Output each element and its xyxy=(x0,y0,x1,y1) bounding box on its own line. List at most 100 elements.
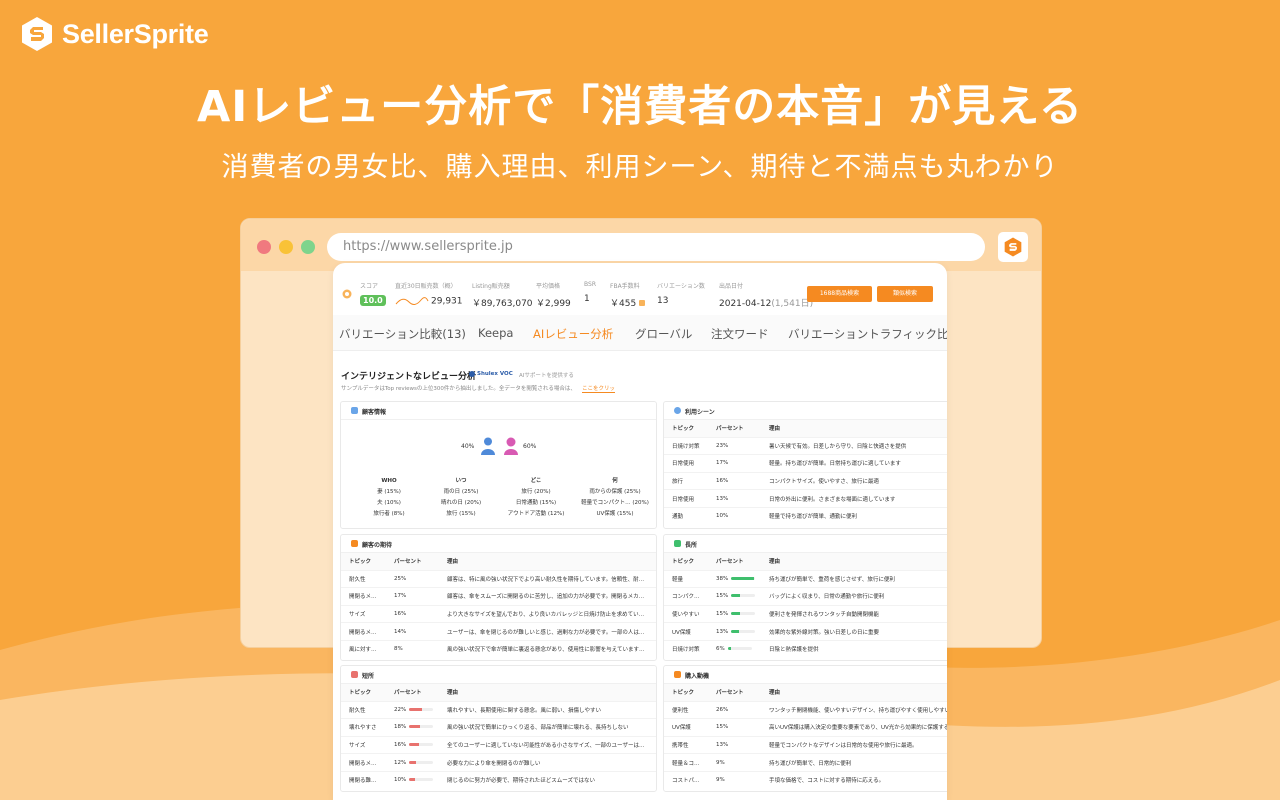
percent-bar xyxy=(731,594,756,598)
percent-bar xyxy=(731,629,756,633)
male-percent: 40% xyxy=(461,443,475,450)
maximize-window-dot[interactable] xyxy=(301,240,315,254)
voc-sublabel: AIサポートを提供する xyxy=(519,373,574,379)
card-title: 長所 xyxy=(685,542,698,549)
demog-what: 何雨からの保護 (25%) 軽量でコンパクト… (20%) UV保護 (15%) xyxy=(581,478,649,517)
card-title: 顧客情報 xyxy=(362,409,387,416)
card-title: 顧客の期待 xyxy=(362,542,393,549)
brand-logo: SellerSprite xyxy=(20,16,209,52)
table-row: 使いやすい 15% 便利さを発揮されるワンタッチ自動開閉機能 xyxy=(664,604,947,623)
card-title: 利用シーン xyxy=(685,409,715,416)
table-row: 開閉るメ… 17% 顧客は、傘をスムーズに開閉るのに苦労し、追加の力が必要です。開閉… xyxy=(341,587,656,606)
strengths-table: トピック パーセント 理由 軽量 38% 持ち運びが簡単で、重荷を感じさせず、旅行に便利… xyxy=(664,553,947,658)
table-row: サイズ 16% 全てのユーザーに適していない可能性がある小さなサイズ、一部のユーザー… xyxy=(341,735,656,754)
stat-monthly-sales: 直近30日販売数（概） 29,931 xyxy=(395,283,463,307)
demog-who: WHO 妻 (15%) 夫 (10%) 旅行者 (8%) xyxy=(373,478,405,517)
table-row: 日常使用 13% 日常の外出に便利。さまざまな場面に適しています xyxy=(664,489,947,508)
usage-table: トピック パーセント 理由 日焼け対策 23% 暑い天候で有効。日差しから守り、日陰と快… xyxy=(664,420,947,525)
table-row: 日焼け対策 23% 暑い天候で有効。日差しから守り、日陰と快適さを提供 xyxy=(664,436,947,455)
tab-keepa[interactable]: Keepa xyxy=(478,326,513,340)
table-row: コンパク… 15% バッグによく収まり、日常の通勤や旅行に便利 xyxy=(664,587,947,606)
purchase-table: トピック パーセント 理由 便利性 26% ワンタッチ開閉機能、使いやすいデザイン、持ち… xyxy=(664,684,947,789)
percent-bar xyxy=(409,760,434,764)
table-row: 耐久性 25% 顧客は、特に風の強い状況下でより高い耐久性を期待しています。信頼性、… xyxy=(341,569,656,588)
card-title: 購入動機 xyxy=(685,673,710,680)
tab-global[interactable]: グローバル xyxy=(635,326,692,342)
table-row: 旅行 16% コンパクトサイズ。使いやすさ、旅行に最適 xyxy=(664,471,947,490)
table-row: 便利性 26% ワンタッチ開閉機能、使いやすいデザイン、持ち運びやすく使用しやすい xyxy=(664,700,947,719)
stat-fba-fee: FBA手数料 ￥455 xyxy=(610,281,646,309)
stat-score: スコア 10.0 xyxy=(360,281,386,306)
shulex-logo-icon xyxy=(469,371,475,377)
table-row: UV保護 15% 高いUV保護は購入決定の重要な要素であり、UV光から効果的に保護す… xyxy=(664,718,947,737)
shopping-bag-icon xyxy=(674,671,681,678)
table-row: 風に対す… 8% 風の強い状況下で傘が簡単に裏返る懸念があり、使用性に影響を与えてい… xyxy=(341,639,656,658)
male-person-icon xyxy=(481,437,495,455)
percent-bar xyxy=(731,576,756,580)
close-window-dot[interactable] xyxy=(257,240,271,254)
table-row: 携帯性 13% 軽量でコンパクトなデザインは日常的な使用や旅行に最適。 xyxy=(664,735,947,754)
minimize-window-dot[interactable] xyxy=(279,240,293,254)
search-1688-button[interactable]: 1688商品検索 xyxy=(807,286,872,302)
brand-name: SellerSprite xyxy=(62,18,209,49)
tab-variation-traffic[interactable]: バリエーショントラフィック比較 xyxy=(788,326,947,342)
table-row: サイズ 16% より大きなサイズを望んでおり、より良いカバレッジと日焼け防止を求めて… xyxy=(341,604,656,623)
percent-bar xyxy=(727,647,752,651)
table-row: コストパ… 9% 手頃な価格で、コストに対する期待に応える。 xyxy=(664,770,947,789)
percent-bar xyxy=(731,611,756,615)
table-row: 開閉るメ… 12% 必要な力により傘を開閉るのが難しい xyxy=(341,753,656,772)
demog-when: いつ 雨の日 (25%) 晴れの日 (20%) 旅行 (15%) xyxy=(440,478,482,517)
stat-variations: バリエーション数 13 xyxy=(657,283,705,306)
strengths-card: 長所 トピック パーセント 理由 軽量 38% 持ち運びが簡単で、重荷を感じさせず、旅行… xyxy=(663,534,947,661)
stat-bsr: BSR 1 xyxy=(584,281,596,304)
headline: AIレビュー分析で「消費者の本音」が見える xyxy=(197,82,1083,132)
percent-bar xyxy=(409,778,434,782)
table-row: 壊れやすさ 18% 風の強い状況で簡単にひっくり返る、部品が簡単に壊れる、長持ちしな… xyxy=(341,718,656,737)
view-all-link[interactable]: ここをクリッ xyxy=(582,384,616,393)
thumbs-up-icon xyxy=(674,540,681,547)
sellersprite-logo-icon xyxy=(22,17,52,51)
weaknesses-card: 短所 トピック パーセント 理由 耐久性 22% 壊れやすい、長期使用に関する懸念。風に… xyxy=(340,665,657,792)
sales-trend-sparkline xyxy=(395,297,429,305)
stat-average-price: 平均価格 ￥2,999 xyxy=(536,283,571,309)
sellersprite-extension-icon[interactable] xyxy=(998,232,1028,262)
table-row: 軽量 38% 持ち運びが簡単で、重荷を感じさせず、旅行に便利 xyxy=(664,569,947,588)
usage-scene-card: 利用シーン トピック パーセント 理由 日焼け対策 23% 暑い天候で有効。日差しから守… xyxy=(663,401,947,529)
tab-order-keywords[interactable]: 注文ワード xyxy=(711,326,769,342)
table-row: 開閉る難… 10% 閉じるのに努力が必要で、期待されたほどスムーズではない xyxy=(341,770,656,789)
thumbs-down-icon xyxy=(351,671,358,678)
demog-where: どこ 旅行 (20%) 日常通勤 (15%) アウトドア活動 (12%) xyxy=(507,478,565,517)
percent-bar xyxy=(409,725,434,729)
table-row: 耐久性 22% 壊れやすい、長期使用に関する懸念。風に弱い、損傷しやすい xyxy=(341,700,656,719)
expectation-table: トピック パーセント 理由 耐久性 25% 顧客は、特に風の強い状況下でより高い耐久性を… xyxy=(341,553,656,658)
stat-listing-revenue: Listing販売額 ￥89,763,070 xyxy=(472,283,533,309)
subline: 消費者の男女比、購入理由、利用シーン、期待と不満点も丸わかり xyxy=(221,152,1059,183)
panel-tabs: バリエーション比較(13) Keepa AIレビュー分析 グローバル 注文ワード… xyxy=(333,315,947,351)
table-row: 日常使用 17% 軽量。持ち運びが簡単。日常持ち運びに適しています xyxy=(664,454,947,473)
table-row: UV保護 13% 効果的な紫外線対策。強い日差しの日に重要 xyxy=(664,622,947,641)
table-row: 軽量＆コ… 9% 持ち運びが簡単で、日常的に便利 xyxy=(664,753,947,772)
gender-ratio: 40% 60% xyxy=(461,437,551,457)
purchase-motivation-card: 購入動機 トピック パーセント 理由 便利性 26% ワンタッチ開閉機能、使いやすいデザ… xyxy=(663,665,947,792)
voc-label: Shulex VOC xyxy=(477,371,513,377)
location-pin-icon xyxy=(674,407,681,414)
female-percent: 60% xyxy=(523,443,537,450)
tab-ai-review-analysis[interactable]: AIレビュー分析 xyxy=(533,326,613,342)
tab-variation-compare[interactable]: バリエーション比較(13) xyxy=(339,326,466,342)
expectation-card: 顧客の期待 トピック パーセント 理由 耐久性 25% 顧客は、特に風の強い状況下でより… xyxy=(340,534,657,661)
table-row: 通勤 10% 軽量で持ち運びが簡単、通勤に便利 xyxy=(664,506,947,525)
percent-bar xyxy=(409,742,434,746)
analysis-title: インテリジェントなレビュー分析 xyxy=(341,372,477,382)
address-bar[interactable]: https://www.sellersprite.jp xyxy=(327,233,985,261)
table-row: 開閉るメ… 14% ユーザーは、傘を閉じるのが難しいと感じ、過剰な力が必要です。一部… xyxy=(341,622,656,641)
table-row: 日焼け対策 6% 日陰と熱保護を提供 xyxy=(664,639,947,658)
card-title: 短所 xyxy=(362,673,375,680)
stat-listing-date: 出品日付 2021-04-12(1,541日) xyxy=(719,283,814,309)
product-badge-icon xyxy=(342,289,352,299)
users-icon xyxy=(351,407,358,414)
percent-bar xyxy=(409,707,434,711)
sellersprite-panel: スコア 10.0 直近30日販売数（概） 29,931 Listing販売額 ￥89,… xyxy=(333,263,947,800)
similar-search-button[interactable]: 類似検索 xyxy=(877,286,933,302)
customer-info-card: 顧客情報 40% 60% WHO 妻 (15%) 夫 (10%) 旅行者 (8%) い… xyxy=(340,401,657,529)
weaknesses-table: トピック パーセント 理由 耐久性 22% 壊れやすい、長期使用に関する懸念。風に弱い、… xyxy=(341,684,656,789)
